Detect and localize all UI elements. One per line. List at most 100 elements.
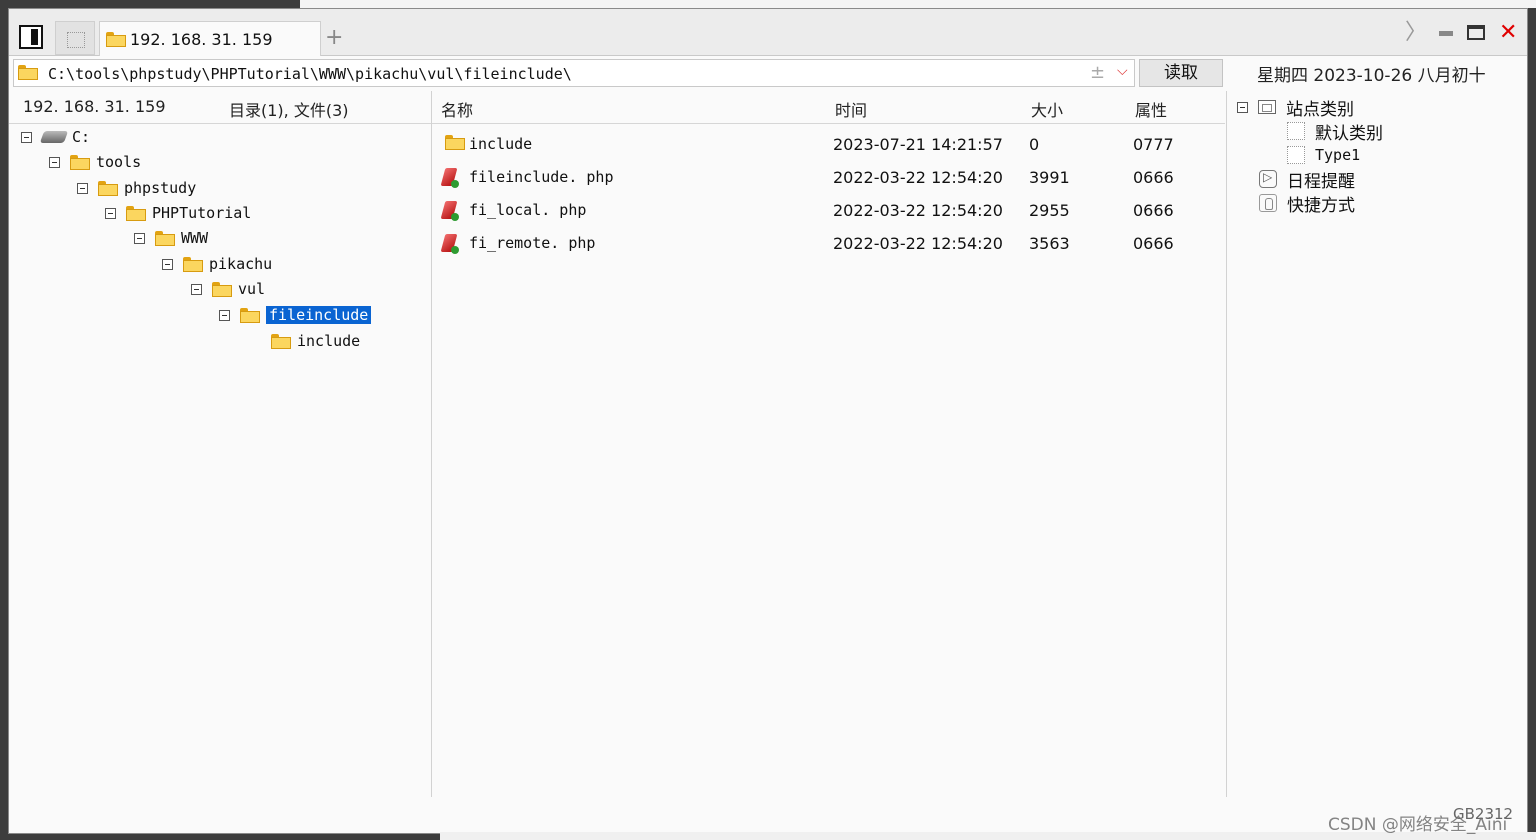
tree-node-phpstudy[interactable]: phpstudy [77,176,196,200]
file-size: 2955 [1029,201,1070,220]
default-category-label: 默认类别 [1315,123,1383,144]
site-category-label: 站点类别 [1286,99,1354,120]
collapse-icon[interactable] [49,156,60,168]
background-strip [300,0,1536,8]
folder-icon [445,135,465,150]
folder-icon [212,281,232,297]
chevron-down-icon[interactable]: ⌵ [1117,63,1128,79]
close-button[interactable]: ✕ [1499,21,1517,45]
category-icon [1287,122,1305,140]
tree-node-phptutorial[interactable]: PHPTutorial [105,201,251,225]
file-name: fi_remote. php [469,234,596,252]
watermark: CSDN @网络安全_Aini [1328,815,1508,835]
folder-icon [98,180,118,196]
tree-node-label-selected: fileinclude [266,306,372,324]
folder-open-icon [240,307,260,323]
tree-node-www[interactable]: WWW [134,226,208,250]
schedule-node[interactable]: 日程提醒 [1259,167,1355,192]
file-time: 2022-03-22 12:54:20 [833,168,1003,187]
column-header-name[interactable]: 名称 [441,97,473,121]
maximize-button[interactable] [1467,25,1485,40]
type1-label: Type1 [1315,146,1361,164]
file-time: 2023-07-21 14:21:57 [833,135,1003,154]
column-header-size[interactable]: 大小 [1031,97,1063,121]
file-row[interactable]: fileinclude. php 2022-03-22 12:54:20 399… [439,164,1219,192]
collapse-icon[interactable] [21,131,32,143]
file-size: 3991 [1029,168,1070,187]
category-icon [1287,146,1305,164]
schedule-label: 日程提醒 [1287,171,1355,192]
file-name: fileinclude. php [469,168,614,186]
file-size: 0 [1029,135,1040,154]
php-file-icon [441,168,459,188]
tree-node-pikachu[interactable]: pikachu [162,252,272,276]
collapse-icon[interactable] [162,258,173,270]
address-bar: ± ⌵ [13,59,1135,87]
type1-node[interactable]: Type1 [1287,143,1360,167]
file-size: 3563 [1029,234,1070,253]
site-category-node[interactable]: 站点类别 [1237,95,1354,120]
shortcuts-node[interactable]: 快捷方式 [1259,191,1355,216]
favorite-toggle-icon[interactable]: ± [1090,62,1105,83]
tree-node-label: pikachu [209,255,273,273]
tree-node-label: tools [96,153,142,171]
folder-icon [271,333,291,349]
tree-node-tools[interactable]: tools [49,150,141,174]
read-button[interactable]: 读取 [1139,59,1223,87]
date-display: 星期四 2023-10-26 八月初十 [1257,66,1486,86]
collapse-icon[interactable] [191,283,202,295]
tree-node-c[interactable]: C: [21,125,90,149]
collapse-icon[interactable] [77,182,88,194]
dir-file-count: 目录(1), 文件(3) [229,101,349,120]
panel-toggle-icon[interactable] [19,25,43,49]
collapse-icon[interactable] [219,309,230,321]
shortcuts-label: 快捷方式 [1287,195,1355,216]
minimize-button[interactable] [1439,31,1453,36]
folder-icon [155,230,175,246]
default-category-node[interactable]: 默认类别 [1287,119,1383,144]
tab-host[interactable]: 192. 168. 31. 159 [99,21,321,56]
file-row[interactable]: fi_remote. php 2022-03-22 12:54:20 3563 … [439,230,1219,258]
pane-divider[interactable] [431,91,432,797]
collapse-icon[interactable] [105,207,116,219]
tree-node-label: vul [238,280,266,298]
folder-icon [106,31,126,47]
blank-tab[interactable] [55,21,95,55]
tree-node-label: WWW [181,229,209,247]
file-row[interactable]: fi_local. php 2022-03-22 12:54:20 2955 0… [439,197,1219,225]
file-attr: 0777 [1133,135,1174,154]
site-icon [1258,100,1276,114]
tree-node-label: C: [72,128,91,146]
folder-icon [183,256,203,272]
file-name: fi_local. php [469,201,587,219]
file-name: include [469,135,533,153]
php-file-icon [441,234,459,254]
file-attr: 0666 [1133,201,1174,220]
folder-icon [18,65,38,80]
tab-bar: 192. 168. 31. 159 + 〉 ✕ [9,9,1527,56]
collapse-icon[interactable] [134,232,145,244]
tree-node-vul[interactable]: vul [191,277,265,301]
tree-node-label: PHPTutorial [152,204,252,222]
file-time: 2022-03-22 12:54:20 [833,201,1003,220]
tree-node-label: phpstudy [124,179,197,197]
chevron-right-icon[interactable]: 〉 [1405,21,1427,45]
folder-icon [126,205,146,221]
add-tab-button[interactable]: + [325,27,343,49]
tab-label: 192. 168. 31. 159 [130,29,273,49]
column-header-attr[interactable]: 属性 [1135,97,1167,121]
tree-node-label: include [297,332,361,350]
calendar-icon [1259,170,1277,188]
drive-icon [39,131,69,143]
host-label: 192. 168. 31. 159 [23,97,166,116]
collapse-icon[interactable] [1237,101,1248,113]
path-input[interactable] [46,62,1090,86]
column-header-time[interactable]: 时间 [835,97,867,121]
pane-divider[interactable] [1226,91,1227,797]
tree-node-include[interactable]: include [271,329,360,353]
tree-node-fileinclude[interactable]: fileinclude [219,303,372,327]
hand-icon [1259,194,1277,212]
file-row[interactable]: include 2023-07-21 14:21:57 0 0777 [439,131,1219,159]
file-attr: 0666 [1133,234,1174,253]
file-attr: 0666 [1133,168,1174,187]
